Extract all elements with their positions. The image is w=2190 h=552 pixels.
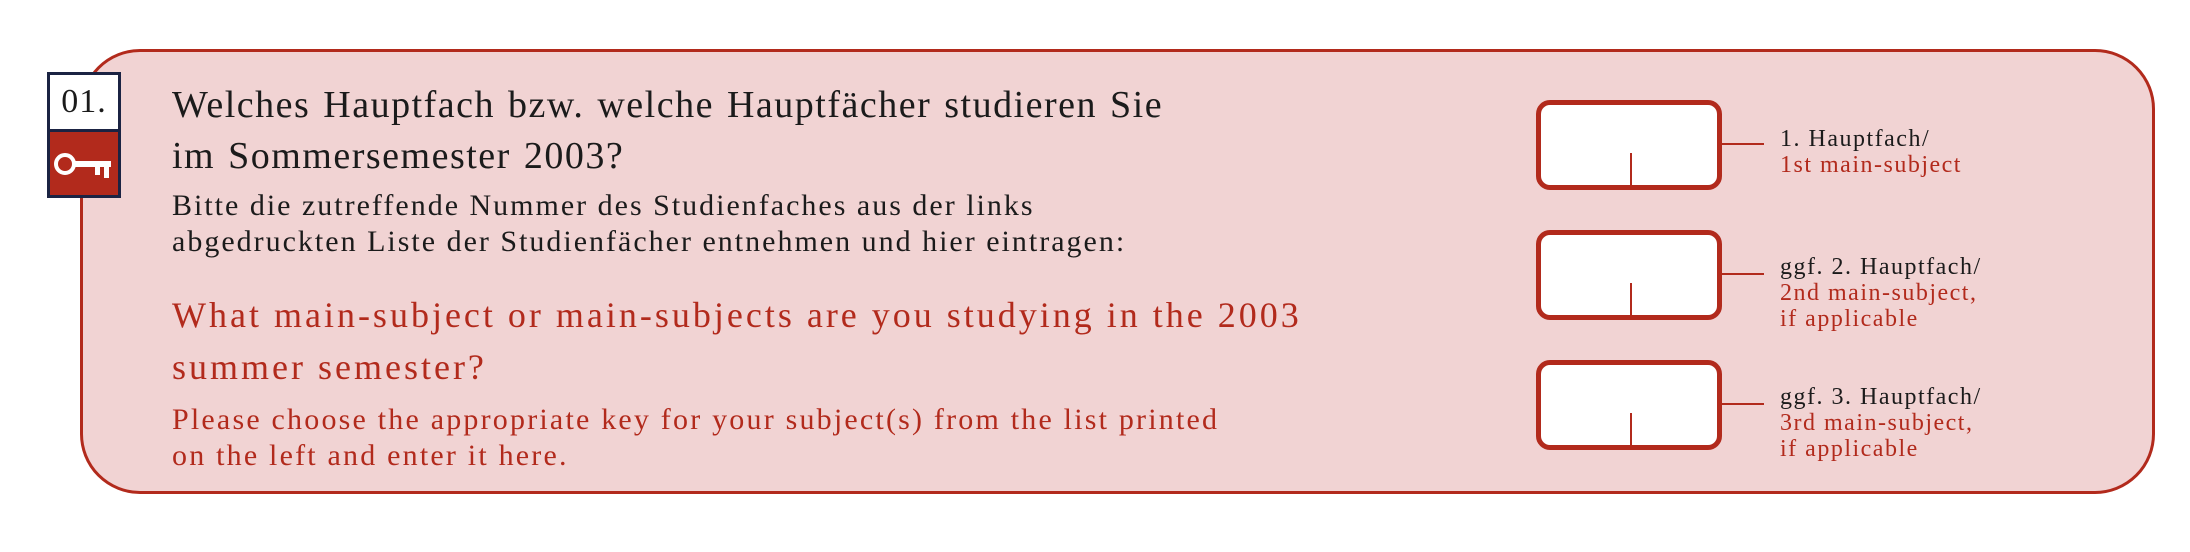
instruction-text-de: Bitte die zutreffende Nummer des Studien…	[172, 188, 1472, 260]
main-subject-1-label: 1. Hauptfach/ 1st main-subject	[1780, 126, 2150, 178]
question-number-label: 01.	[61, 83, 107, 120]
leader-line	[1722, 273, 1764, 275]
question-en-line-2: summer semester?	[172, 347, 487, 387]
digit-divider	[1630, 153, 1632, 185]
main-subject-3-label: ggf. 3. Hauptfach/ 3rd main-subject, if …	[1780, 384, 2150, 462]
field-label-en: 1st main-subject	[1780, 152, 1962, 178]
question-de-line-2: im Sommersemester 2003?	[172, 135, 625, 177]
field-label-en-applicable: if applicable	[1780, 436, 1919, 462]
instruction-text-en: Please choose the appropriate key for yo…	[172, 402, 1522, 474]
instruction-de-line-2: abgedruckten Liste der Studienfächer ent…	[172, 225, 1127, 258]
field-label-de: ggf. 3. Hauptfach/	[1780, 384, 1982, 410]
question-de-line-1: Welches Hauptfach bzw. welche Hauptfäche…	[172, 84, 1164, 126]
main-subject-3-input[interactable]	[1536, 360, 1722, 450]
question-number: 01.	[47, 72, 121, 132]
main-subject-1-input[interactable]	[1536, 100, 1722, 190]
question-text-en: What main-subject or main-subjects are y…	[172, 289, 1522, 393]
question-en-line-1: What main-subject or main-subjects are y…	[172, 295, 1302, 335]
digit-divider	[1630, 413, 1632, 445]
field-label-de: ggf. 2. Hauptfach/	[1780, 254, 1982, 280]
leader-line	[1722, 143, 1764, 145]
key-badge	[47, 132, 121, 198]
main-subject-2-label: ggf. 2. Hauptfach/ 2nd main-subject, if …	[1780, 254, 2150, 332]
instruction-en-line-2: on the left and enter it here.	[172, 439, 569, 472]
digit-divider	[1630, 283, 1632, 315]
instruction-en-line-1: Please choose the appropriate key for yo…	[172, 403, 1220, 436]
main-subject-2-input[interactable]	[1536, 230, 1722, 320]
field-label-en: 2nd main-subject,	[1780, 280, 1978, 306]
leader-line	[1722, 403, 1764, 405]
field-label-en: 3rd main-subject,	[1780, 410, 1974, 436]
field-label-en-applicable: if applicable	[1780, 306, 1919, 332]
question-text-de: Welches Hauptfach bzw. welche Hauptfäche…	[172, 80, 1472, 182]
field-label-de: 1. Hauptfach/	[1780, 126, 1931, 152]
key-icon	[54, 152, 111, 178]
instruction-de-line-1: Bitte die zutreffende Nummer des Studien…	[172, 189, 1035, 222]
